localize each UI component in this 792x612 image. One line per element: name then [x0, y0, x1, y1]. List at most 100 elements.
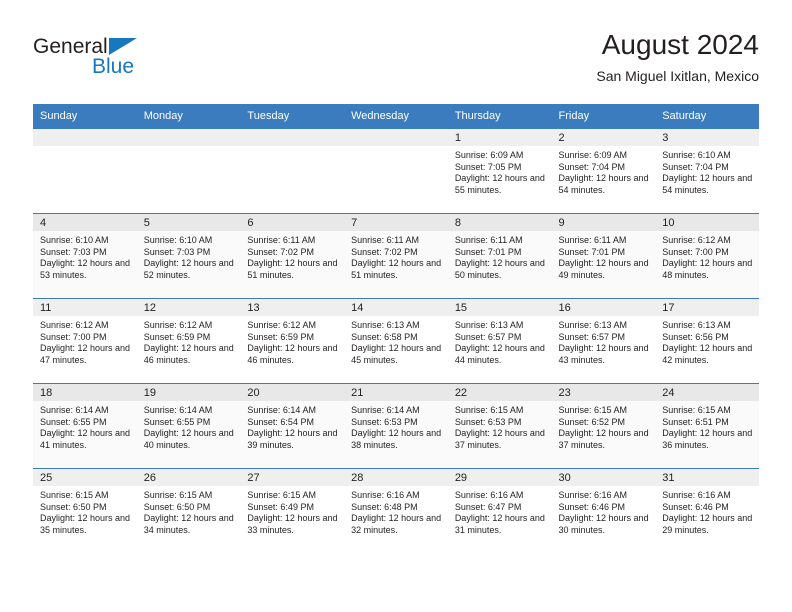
sunrise-text: Sunrise: 6:10 AM: [143, 235, 213, 245]
calendar-day-cell[interactable]: 25 Sunrise: 6:15 AM Sunset: 6:50 PM Dayligh…: [33, 468, 137, 553]
day-number: 10: [655, 214, 759, 231]
calendar-day-cell[interactable]: 6 Sunrise: 6:11 AM Sunset: 7:02 PM Daylight…: [240, 213, 345, 299]
day-number: 8: [447, 214, 552, 231]
sunset-text: Sunset: 6:53 PM: [351, 416, 418, 427]
day-number: 26: [136, 469, 241, 486]
day-cell: 27 Sunrise: 6:15 AM Sunset: 6:49 PM Dayligh…: [240, 469, 345, 553]
calendar-day-cell: [33, 128, 137, 214]
day-details: Sunrise: 6:13 AM Sunset: 6:57 PM Daylight:…: [448, 316, 552, 366]
calendar-day-cell[interactable]: 13 Sunrise: 6:12 AM Sunset: 6:59 PM Dayligh…: [240, 298, 345, 384]
calendar-day-cell[interactable]: 4 Sunrise: 6:10 AM Sunset: 7:03 PM Daylight…: [33, 213, 137, 299]
day-cell: 21 Sunrise: 6:14 AM Sunset: 6:53 PM Dayligh…: [344, 384, 448, 468]
day-cell: 18 Sunrise: 6:14 AM Sunset: 6:55 PM Dayligh…: [33, 384, 137, 468]
daylight-text: Daylight: 12 hours and 37 minutes.: [558, 428, 649, 450]
sunset-text: Sunset: 6:55 PM: [40, 416, 107, 427]
calendar-day-cell[interactable]: 3 Sunrise: 6:10 AM Sunset: 7:04 PM Daylight…: [655, 128, 759, 214]
daylight-text: Daylight: 12 hours and 39 minutes.: [247, 428, 338, 450]
day-details: Sunrise: 6:15 AM Sunset: 6:50 PM Daylight:…: [137, 486, 241, 536]
calendar-day-cell[interactable]: 9 Sunrise: 6:11 AM Sunset: 7:01 PM Daylight…: [551, 213, 656, 299]
calendar-day-cell[interactable]: 23 Sunrise: 6:15 AM Sunset: 6:52 PM Dayligh…: [551, 383, 656, 469]
sunrise-text: Sunrise: 6:12 AM: [40, 320, 109, 330]
calendar-week-row: 25 Sunrise: 6:15 AM Sunset: 6:50 PM Dayligh…: [33, 468, 759, 553]
daylight-text: Daylight: 12 hours and 35 minutes.: [40, 513, 131, 535]
day-details: Sunrise: 6:12 AM Sunset: 6:59 PM Daylight:…: [240, 316, 344, 366]
sunrise-text: Sunrise: 6:15 AM: [454, 405, 524, 415]
calendar-day-cell[interactable]: 17 Sunrise: 6:13 AM Sunset: 6:56 PM Dayligh…: [655, 298, 759, 384]
calendar-day-cell[interactable]: 10 Sunrise: 6:12 AM Sunset: 7:00 PM Dayligh…: [655, 213, 759, 299]
day-details: Sunrise: 6:15 AM Sunset: 6:49 PM Daylight:…: [240, 486, 344, 536]
sunset-text: Sunset: 7:05 PM: [454, 161, 522, 172]
day-details: Sunrise: 6:14 AM Sunset: 6:53 PM Daylight:…: [344, 401, 448, 451]
daylight-text: Daylight: 12 hours and 43 minutes.: [558, 343, 649, 365]
sunset-text: Sunset: 6:56 PM: [662, 331, 729, 342]
day-details: Sunrise: 6:10 AM Sunset: 7:03 PM Daylight:…: [33, 231, 137, 281]
sunset-text: Sunset: 6:50 PM: [40, 501, 107, 512]
daylight-text: Daylight: 12 hours and 34 minutes.: [143, 513, 234, 535]
calendar-day-cell[interactable]: 14 Sunrise: 6:13 AM Sunset: 6:58 PM Dayligh…: [344, 298, 448, 384]
empty-day: [344, 129, 448, 213]
empty-day: [240, 129, 345, 213]
sunset-text: Sunset: 6:51 PM: [662, 416, 729, 427]
calendar-day-cell[interactable]: 15 Sunrise: 6:13 AM Sunset: 6:57 PM Dayligh…: [447, 298, 552, 384]
day-cell: 3 Sunrise: 6:10 AM Sunset: 7:04 PM Daylight…: [655, 129, 759, 213]
page-title: August 2024: [601, 29, 759, 60]
calendar-day-cell[interactable]: 16 Sunrise: 6:13 AM Sunset: 6:57 PM Dayligh…: [551, 298, 656, 384]
calendar-body: 1 Sunrise: 6:09 AM Sunset: 7:05 PM Daylight…: [33, 128, 759, 553]
sunrise-text: Sunrise: 6:12 AM: [662, 235, 731, 245]
day-details: Sunrise: 6:16 AM Sunset: 6:48 PM Daylight:…: [344, 486, 448, 536]
day-cell: 17 Sunrise: 6:13 AM Sunset: 6:56 PM Dayligh…: [655, 299, 759, 383]
calendar-day-cell[interactable]: 21 Sunrise: 6:14 AM Sunset: 6:53 PM Dayligh…: [344, 383, 448, 469]
day-cell: 16 Sunrise: 6:13 AM Sunset: 6:57 PM Dayligh…: [551, 299, 656, 383]
calendar-day-cell[interactable]: 31 Sunrise: 6:16 AM Sunset: 6:46 PM Dayligh…: [655, 468, 759, 553]
sunset-text: Sunset: 6:57 PM: [454, 331, 522, 342]
calendar-day-cell[interactable]: 1 Sunrise: 6:09 AM Sunset: 7:05 PM Daylight…: [447, 128, 552, 214]
sunrise-text: Sunrise: 6:11 AM: [247, 235, 316, 245]
page-subtitle: San Miguel Ixitlan, Mexico: [596, 68, 759, 84]
calendar-day-cell[interactable]: 7 Sunrise: 6:11 AM Sunset: 7:02 PM Daylight…: [344, 213, 448, 299]
weekday-header-saturday: Saturday: [655, 104, 759, 129]
calendar-day-cell: [240, 128, 345, 214]
sunset-text: Sunset: 6:53 PM: [454, 416, 522, 427]
day-details: Sunrise: 6:14 AM Sunset: 6:55 PM Daylight:…: [137, 401, 241, 451]
day-number: 23: [551, 384, 656, 401]
general-blue-logo: General Blue: [33, 36, 233, 78]
calendar-day-cell[interactable]: 29 Sunrise: 6:16 AM Sunset: 6:47 PM Dayligh…: [447, 468, 552, 553]
calendar-week-row: 1 Sunrise: 6:09 AM Sunset: 7:05 PM Daylight…: [33, 128, 759, 214]
day-details: Sunrise: 6:12 AM Sunset: 6:59 PM Daylight:…: [137, 316, 241, 366]
day-number: 15: [447, 299, 552, 316]
calendar-day-cell[interactable]: 18 Sunrise: 6:14 AM Sunset: 6:55 PM Dayligh…: [33, 383, 137, 469]
day-number: 22: [447, 384, 552, 401]
sunrise-text: Sunrise: 6:13 AM: [351, 320, 420, 330]
day-cell: 8 Sunrise: 6:11 AM Sunset: 7:01 PM Daylight…: [447, 214, 552, 298]
calendar-day-cell[interactable]: 22 Sunrise: 6:15 AM Sunset: 6:53 PM Dayligh…: [447, 383, 552, 469]
day-cell: 10 Sunrise: 6:12 AM Sunset: 7:00 PM Dayligh…: [655, 214, 759, 298]
sunset-text: Sunset: 6:46 PM: [662, 501, 729, 512]
calendar-day-cell[interactable]: 28 Sunrise: 6:16 AM Sunset: 6:48 PM Dayligh…: [344, 468, 448, 553]
sunrise-text: Sunrise: 6:12 AM: [143, 320, 213, 330]
sunrise-text: Sunrise: 6:15 AM: [40, 490, 109, 500]
daylight-text: Daylight: 12 hours and 42 minutes.: [662, 343, 753, 365]
calendar-day-cell[interactable]: 19 Sunrise: 6:14 AM Sunset: 6:55 PM Dayligh…: [136, 383, 241, 469]
calendar-day-cell[interactable]: 24 Sunrise: 6:15 AM Sunset: 6:51 PM Dayligh…: [655, 383, 759, 469]
sunrise-text: Sunrise: 6:10 AM: [40, 235, 109, 245]
sunset-text: Sunset: 6:52 PM: [558, 416, 626, 427]
day-cell: 15 Sunrise: 6:13 AM Sunset: 6:57 PM Dayligh…: [447, 299, 552, 383]
sunrise-text: Sunrise: 6:09 AM: [558, 150, 628, 160]
day-number: 4: [33, 214, 137, 231]
calendar-day-cell[interactable]: 11 Sunrise: 6:12 AM Sunset: 7:00 PM Dayligh…: [33, 298, 137, 384]
calendar-day-cell[interactable]: 26 Sunrise: 6:15 AM Sunset: 6:50 PM Dayligh…: [136, 468, 241, 553]
calendar-day-cell[interactable]: 12 Sunrise: 6:12 AM Sunset: 6:59 PM Dayligh…: [136, 298, 241, 384]
day-number: [344, 129, 448, 146]
calendar-day-cell[interactable]: 2 Sunrise: 6:09 AM Sunset: 7:04 PM Daylight…: [551, 128, 656, 214]
daylight-text: Daylight: 12 hours and 36 minutes.: [662, 428, 753, 450]
day-cell: 30 Sunrise: 6:16 AM Sunset: 6:46 PM Dayligh…: [551, 469, 656, 553]
calendar-day-cell[interactable]: 8 Sunrise: 6:11 AM Sunset: 7:01 PM Daylight…: [447, 213, 552, 299]
day-details: Sunrise: 6:09 AM Sunset: 7:04 PM Daylight:…: [552, 146, 656, 196]
sunset-text: Sunset: 7:00 PM: [40, 331, 107, 342]
calendar-day-cell[interactable]: 5 Sunrise: 6:10 AM Sunset: 7:03 PM Daylight…: [136, 213, 241, 299]
calendar-day-cell[interactable]: 27 Sunrise: 6:15 AM Sunset: 6:49 PM Dayligh…: [240, 468, 345, 553]
weekday-header-tuesday: Tuesday: [240, 104, 345, 129]
calendar-day-cell[interactable]: 20 Sunrise: 6:14 AM Sunset: 6:54 PM Dayligh…: [240, 383, 345, 469]
calendar-day-cell[interactable]: 30 Sunrise: 6:16 AM Sunset: 6:46 PM Dayligh…: [551, 468, 656, 553]
sunrise-text: Sunrise: 6:11 AM: [454, 235, 523, 245]
